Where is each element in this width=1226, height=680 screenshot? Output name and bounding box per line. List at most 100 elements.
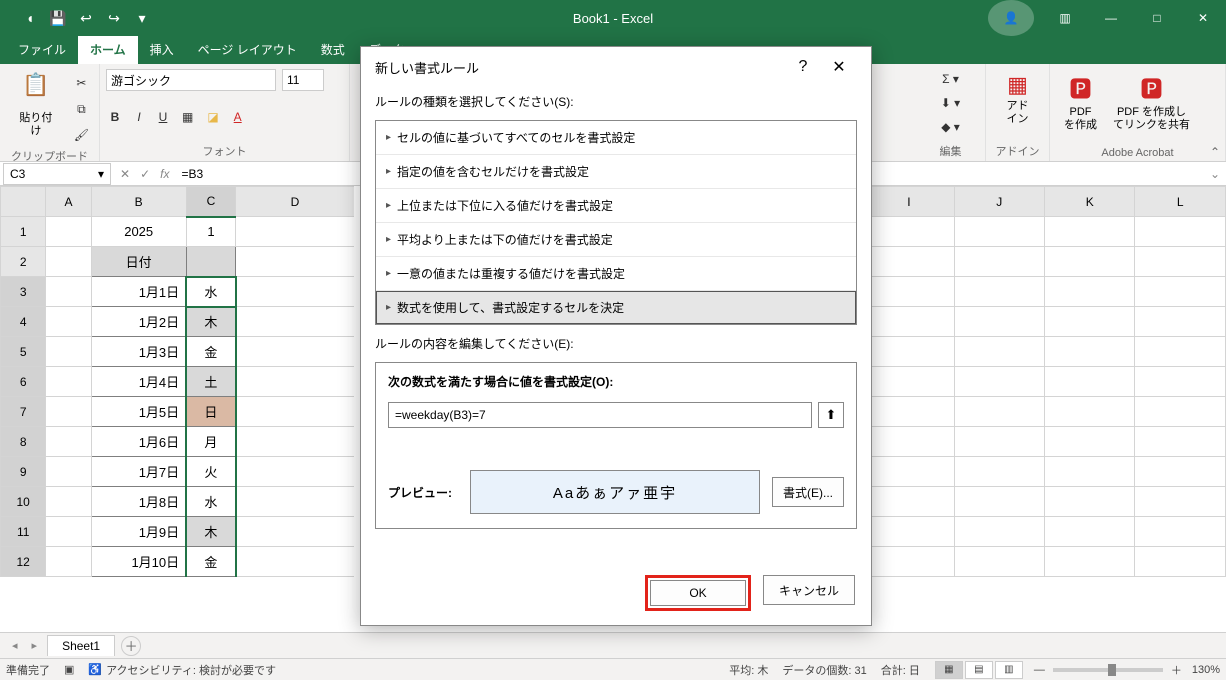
column-header[interactable]: D [236,187,354,217]
view-page-layout-button[interactable]: ▤ [965,661,993,679]
accessibility-status[interactable]: アクセシビリティ: 検討が必要です [106,662,276,678]
paste-button[interactable]: 📋 貼り付け [6,68,66,146]
sheet-tab[interactable]: Sheet1 [47,635,115,656]
cell[interactable]: 土 [186,367,236,397]
redo-icon[interactable]: ↪ [102,6,126,30]
autosave-toggle[interactable]: ◖ [18,6,42,30]
dialog-help-icon[interactable]: ? [785,58,821,76]
pdf-share-button[interactable]: 🅿 PDF を作成し てリンクを共有 [1105,68,1198,136]
minimize-icon[interactable]: — [1088,0,1134,36]
cell[interactable]: 1月8日 [91,487,186,517]
row-header[interactable]: 10 [1,487,46,517]
select-all-corner[interactable] [1,187,46,217]
row-header[interactable]: 12 [1,547,46,577]
fill-icon[interactable]: ⬇ ▾ [922,92,979,114]
pdf-create-button[interactable]: 🅿 PDF を作成 [1056,68,1105,136]
cell[interactable]: 月 [186,427,236,457]
rule-formula-input[interactable] [388,402,812,428]
zoom-out-button[interactable]: — [1034,664,1045,676]
cell[interactable]: 1月9日 [91,517,186,547]
cell[interactable]: 水 [186,487,236,517]
cell[interactable]: 水 [186,277,236,307]
column-header[interactable]: I [864,187,954,217]
bold-button[interactable]: B [106,106,124,128]
range-picker-icon[interactable]: ⬆ [818,402,844,428]
cancel-button[interactable]: キャンセル [763,575,855,605]
cell[interactable]: 1月1日 [91,277,186,307]
zoom-slider[interactable] [1053,668,1163,672]
cell[interactable]: 1月7日 [91,457,186,487]
column-header[interactable]: J [954,187,1044,217]
italic-button[interactable]: I [130,106,148,128]
accessibility-icon[interactable]: ♿ [88,663,102,676]
ribbon-mode-icon[interactable]: ▥ [1042,0,1088,36]
new-sheet-button[interactable]: ＋ [121,636,141,656]
row-header[interactable]: 11 [1,517,46,547]
zoom-level[interactable]: 130% [1192,664,1220,676]
font-name-select[interactable] [106,69,276,91]
cell[interactable]: 1月6日 [91,427,186,457]
clear-icon[interactable]: ◆ ▾ [922,116,979,138]
expand-formula-bar-icon[interactable]: ⌄ [1204,167,1226,181]
format-button[interactable]: 書式(E)... [772,477,844,507]
row-header[interactable]: 5 [1,337,46,367]
cell[interactable]: 木 [186,307,236,337]
tab-page-layout[interactable]: ページ レイアウト [186,35,309,64]
column-header[interactable]: A [46,187,91,217]
sheet-nav-prev-icon[interactable]: ◂ [8,639,22,652]
rule-type-item[interactable]: 指定の値を含むセルだけを書式設定 [376,155,856,189]
rule-type-item[interactable]: 平均より上または下の値だけを書式設定 [376,223,856,257]
column-header[interactable]: C [186,187,236,217]
cell[interactable]: 金 [186,547,236,577]
rule-type-item[interactable]: 上位または下位に入る値だけを書式設定 [376,189,856,223]
addins-button[interactable]: ▦ アド イン [992,68,1043,130]
row-header[interactable]: 7 [1,397,46,427]
row-header[interactable]: 2 [1,247,46,277]
save-icon[interactable]: 💾 [46,6,70,30]
tab-formulas[interactable]: 数式 [309,35,357,64]
ok-button[interactable]: OK [650,580,746,606]
cell[interactable] [186,247,236,277]
cancel-formula-icon[interactable]: ✕ [120,167,130,181]
cell[interactable]: 木 [186,517,236,547]
font-color-button[interactable]: A [229,106,247,128]
autosum-icon[interactable]: Σ ▾ [922,68,979,90]
row-header[interactable]: 9 [1,457,46,487]
dialog-close-icon[interactable]: ✕ [821,57,857,77]
cell[interactable]: 1月5日 [91,397,186,427]
copy-icon[interactable]: ⧉ [70,98,93,120]
zoom-in-button[interactable]: ＋ [1171,662,1182,678]
tab-home[interactable]: ホーム [78,35,138,64]
row-header[interactable]: 8 [1,427,46,457]
format-painter-icon[interactable]: 🖌 [70,124,93,146]
name-box[interactable]: C3 ▾ [3,163,111,185]
row-header[interactable]: 1 [1,217,46,247]
sheet-nav-next-icon[interactable]: ▸ [28,639,42,652]
view-page-break-button[interactable]: ▥ [995,661,1023,679]
border-button[interactable]: ▦ [178,106,197,128]
account-icon[interactable]: 👤 [988,0,1034,36]
status-macro-icon[interactable]: ▣ [64,663,74,676]
close-icon[interactable]: ✕ [1180,0,1226,36]
column-header[interactable]: B [91,187,186,217]
underline-button[interactable]: U [154,106,172,128]
cell[interactable]: 1月2日 [91,307,186,337]
column-header[interactable]: K [1045,187,1135,217]
tab-insert[interactable]: 挿入 [138,35,186,64]
cell[interactable]: 火 [186,457,236,487]
maximize-icon[interactable]: □ [1134,0,1180,36]
cell[interactable]: 1月3日 [91,337,186,367]
cell[interactable]: 1月10日 [91,547,186,577]
enter-formula-icon[interactable]: ✓ [140,167,150,181]
view-normal-button[interactable]: ▦ [935,661,963,679]
cell[interactable]: 2025 [91,217,186,247]
fx-icon[interactable]: fx [160,167,169,181]
cell[interactable]: 1月4日 [91,367,186,397]
undo-icon[interactable]: ↩ [74,6,98,30]
row-header[interactable]: 4 [1,307,46,337]
cut-icon[interactable]: ✂ [70,72,93,94]
name-box-dropdown-icon[interactable]: ▾ [98,167,104,181]
cell[interactable]: 日付 [91,247,186,277]
rule-type-list[interactable]: セルの値に基づいてすべてのセルを書式設定指定の値を含むセルだけを書式設定上位また… [375,120,857,325]
cell[interactable]: 日 [186,397,236,427]
